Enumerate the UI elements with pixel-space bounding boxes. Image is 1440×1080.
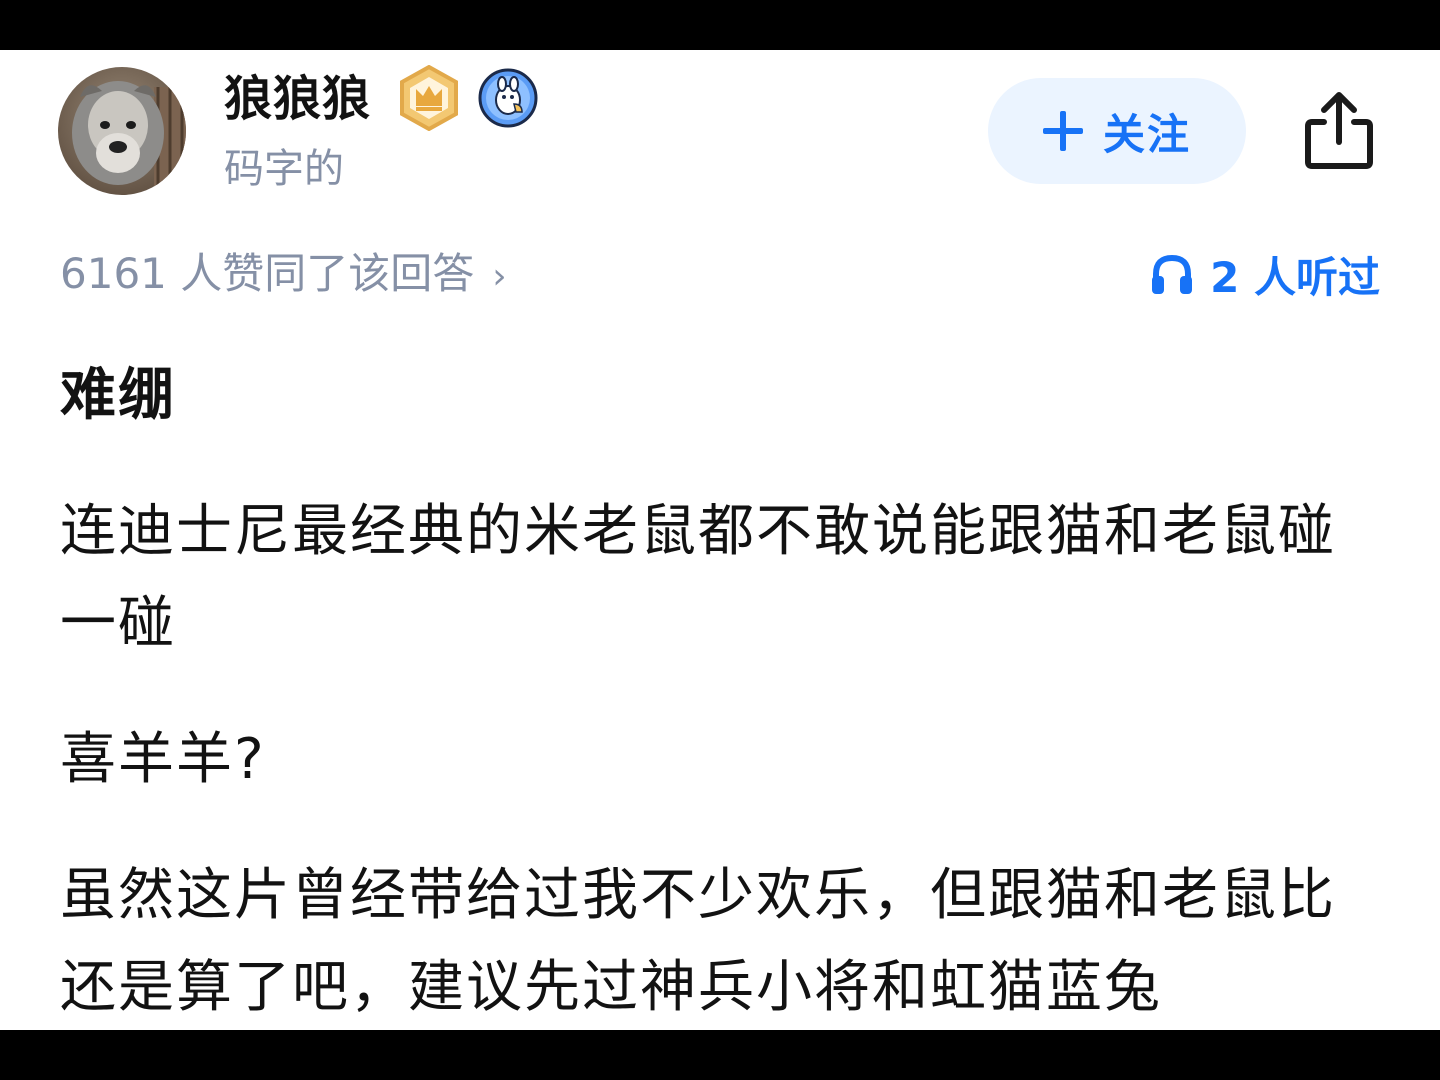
plus-icon (1042, 111, 1083, 151)
share-icon[interactable] (1302, 90, 1376, 170)
likes-count-link[interactable]: 6161 人赞同了该回答 › (60, 246, 507, 305)
author-bio: 码字的 (224, 146, 344, 192)
answer-paragraph: 喜羊羊? (60, 727, 266, 792)
letterbox-frame: 狼狼狼 码字的 关注 6161 人赞同了该回答 › 2 人听过 难绷 连迪士尼最… (0, 0, 1440, 1080)
answer-paragraph: 难绷 (60, 363, 176, 428)
listen-count-button[interactable]: 2 人听过 (1150, 246, 1380, 302)
mascot-badge-icon[interactable] (478, 68, 538, 128)
listen-count-text: 2 人听过 (1210, 252, 1380, 302)
answer-paragraph: 连迪士尼最经典的米老鼠都不敢说能跟猫和老鼠碰一碰 (60, 499, 1336, 656)
answer-screen: 狼狼狼 码字的 关注 6161 人赞同了该回答 › 2 人听过 难绷 连迪士尼最… (0, 50, 1440, 1030)
author-avatar[interactable] (58, 67, 186, 195)
author-name[interactable]: 狼狼狼 (224, 70, 371, 128)
crown-badge-icon[interactable] (398, 64, 460, 132)
headphone-icon (1152, 254, 1193, 294)
chevron-right-icon: › (492, 256, 507, 297)
dog-avatar-image (58, 67, 186, 195)
answer-paragraph: 虽然这片曾经带给过我不少欢乐，但跟猫和老鼠比还是算了吧，建议先过神兵小将和虹猫蓝… (60, 863, 1336, 1020)
follow-label: 关注 (1102, 109, 1191, 159)
answer-content: 难绷 连迪士尼最经典的米老鼠都不敢说能跟猫和老鼠碰一碰 喜羊羊? 虽然这片曾经带… (60, 350, 1350, 1030)
likes-count-text: 6161 人赞同了该回答 (60, 249, 475, 298)
follow-button[interactable]: 关注 (988, 78, 1246, 184)
